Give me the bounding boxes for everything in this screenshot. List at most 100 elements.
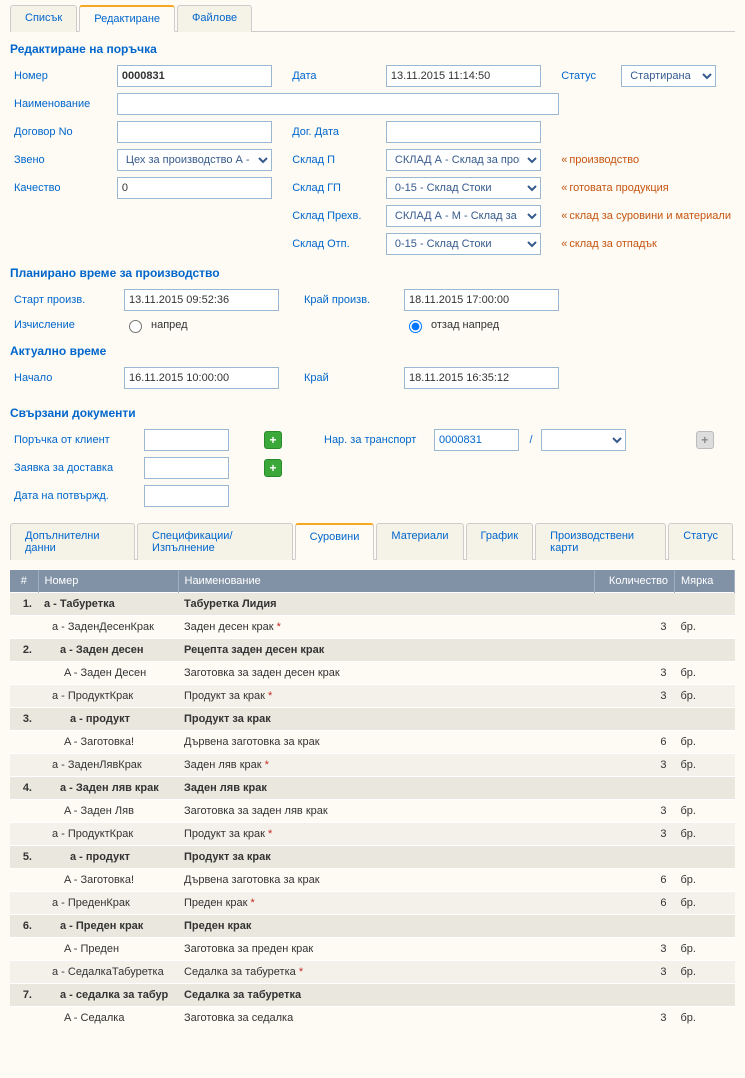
table-row[interactable]: 1.a - ТабуреткаТабуретка Лидия (10, 593, 735, 616)
cell-name: Продукт за крак (178, 846, 595, 869)
col-idx[interactable]: # (10, 570, 38, 593)
cell-idx (10, 892, 38, 915)
input-transport-number[interactable] (434, 429, 519, 451)
cell-name: Седалка за табуретка * (178, 961, 595, 984)
table-row[interactable]: a - ПродуктКракПродукт за крак *3бр. (10, 685, 735, 708)
table-row[interactable]: 2.a - Заден десенРецепта заден десен кра… (10, 639, 735, 662)
cell-qty (595, 984, 675, 1007)
cell-unit: бр. (675, 1007, 735, 1030)
tab-files[interactable]: Файлове (177, 5, 252, 32)
input-contract-date[interactable] (386, 121, 541, 143)
input-name[interactable] (117, 93, 559, 115)
col-qty[interactable]: Количество (595, 570, 675, 593)
table-row[interactable]: 3.a - продуктПродукт за крак (10, 708, 735, 731)
cell-name: Заготовка за седалка (178, 1007, 595, 1030)
table-row[interactable]: A - Заготовка!Дървена заготовка за крак6… (10, 869, 735, 892)
cell-number: a - СедалкаТабуретка (38, 961, 178, 984)
subtab-specs[interactable]: Спецификации/Изпълнение (137, 523, 293, 560)
select-unit[interactable]: Цех за производство А - Мебел (117, 149, 272, 171)
table-row[interactable]: 7.a - седалка за табурСедалка за табурет… (10, 984, 735, 1007)
label-start-prod: Старт произв. (10, 286, 120, 314)
cell-unit: бр. (675, 754, 735, 777)
input-start-prod[interactable] (124, 289, 279, 311)
cell-number: a - ПродуктКрак (38, 823, 178, 846)
input-end-prod[interactable] (404, 289, 559, 311)
table-row[interactable]: A - Заден ДесенЗаготовка за заден десен … (10, 662, 735, 685)
cell-qty (595, 639, 675, 662)
table-row[interactable]: 5.a - продуктПродукт за крак (10, 846, 735, 869)
cell-qty (595, 593, 675, 616)
add-order-client-button[interactable]: + (264, 431, 282, 449)
add-transport-button[interactable]: + (696, 431, 714, 449)
table-row[interactable]: a - ПродуктКракПродукт за крак *3бр. (10, 823, 735, 846)
table-row[interactable]: a - ЗаденЛявКракЗаден ляв крак *3бр. (10, 754, 735, 777)
input-quality[interactable] (117, 177, 272, 199)
cell-idx: 3. (10, 708, 38, 731)
select-warehouse-p[interactable]: СКЛАД А - Склад за производс (386, 149, 541, 171)
table-row[interactable]: a - ЗаденДесенКракЗаден десен крак *3бр. (10, 616, 735, 639)
table-row[interactable]: A - Заден ЛявЗаготовка за заден ляв крак… (10, 800, 735, 823)
input-actual-start[interactable] (124, 367, 279, 389)
select-status[interactable]: Стартирана (621, 65, 716, 87)
cell-name: Рецепта заден десен крак (178, 639, 595, 662)
cell-qty: 3 (595, 616, 675, 639)
col-name[interactable]: Наименование (178, 570, 595, 593)
select-warehouse-prehv[interactable]: СКЛАД А - М - Склад за матери (386, 205, 541, 227)
table-row[interactable]: A - Заготовка!Дървена заготовка за крак6… (10, 731, 735, 754)
cell-unit: бр. (675, 938, 735, 961)
table-row[interactable]: A - ПреденЗаготовка за преден крак3бр. (10, 938, 735, 961)
select-warehouse-gp[interactable]: 0-15 - Склад Стоки (386, 177, 541, 199)
table-row[interactable]: A - СедалкаЗаготовка за седалка3бр. (10, 1007, 735, 1030)
cell-name: Заден ляв крак (178, 777, 595, 800)
input-order-client[interactable] (144, 429, 229, 451)
cell-idx: 7. (10, 984, 38, 1007)
select-transport-extra[interactable] (541, 429, 626, 451)
input-actual-end[interactable] (404, 367, 559, 389)
add-delivery-req-button[interactable]: + (264, 459, 282, 477)
input-date[interactable] (386, 65, 541, 87)
select-warehouse-otp[interactable]: 0-15 - Склад Стоки (386, 233, 541, 255)
cell-name: Преден крак (178, 915, 595, 938)
cell-unit: бр. (675, 800, 735, 823)
table-row[interactable]: 4.a - Заден ляв кракЗаден ляв крак (10, 777, 735, 800)
input-number[interactable] (117, 65, 272, 87)
cell-number: A - Заготовка! (38, 869, 178, 892)
subtab-extra[interactable]: Допълнителни данни (10, 523, 135, 560)
cell-qty (595, 846, 675, 869)
subtab-raw[interactable]: Суровини (295, 523, 375, 560)
cell-qty: 6 (595, 869, 675, 892)
cell-qty: 3 (595, 685, 675, 708)
cell-number: a - ЗаденДесенКрак (38, 616, 178, 639)
tab-edit[interactable]: Редактиране (79, 5, 175, 32)
input-delivery-req[interactable] (144, 457, 229, 479)
tab-list[interactable]: Списък (10, 5, 77, 32)
subtab-status[interactable]: Статус (668, 523, 733, 560)
cell-name: Седалка за табуретка (178, 984, 595, 1007)
col-unit[interactable]: Мярка (675, 570, 735, 593)
table-row[interactable]: a - ПреденКракПреден крак *6бр. (10, 892, 735, 915)
cell-number: a - продукт (38, 846, 178, 869)
cell-qty: 3 (595, 961, 675, 984)
table-row[interactable]: 6.a - Преден кракПреден крак (10, 915, 735, 938)
section-planned-title: Планирано време за производство (10, 266, 735, 280)
cell-idx (10, 938, 38, 961)
cell-name: Дървена заготовка за крак (178, 731, 595, 754)
cell-qty: 3 (595, 754, 675, 777)
label-actual-end: Край (300, 364, 400, 392)
table-row[interactable]: a - СедалкаТабуреткаСедалка за табуретка… (10, 961, 735, 984)
cell-unit: бр. (675, 823, 735, 846)
subtab-schedule[interactable]: График (466, 523, 534, 560)
cell-idx (10, 800, 38, 823)
col-number[interactable]: Номер (38, 570, 178, 593)
radio-back-forward-label: отзад напред (431, 319, 499, 331)
input-contract[interactable] (117, 121, 272, 143)
subtab-prodcards[interactable]: Производствени карти (535, 523, 666, 560)
cell-name: Табуретка Лидия (178, 593, 595, 616)
cell-qty: 3 (595, 938, 675, 961)
radio-back-forward[interactable] (409, 320, 422, 333)
radio-forward[interactable] (129, 320, 142, 333)
cell-qty: 6 (595, 731, 675, 754)
label-end-prod: Край произв. (300, 286, 400, 314)
input-confirm-date[interactable] (144, 485, 229, 507)
subtab-materials[interactable]: Материали (376, 523, 463, 560)
